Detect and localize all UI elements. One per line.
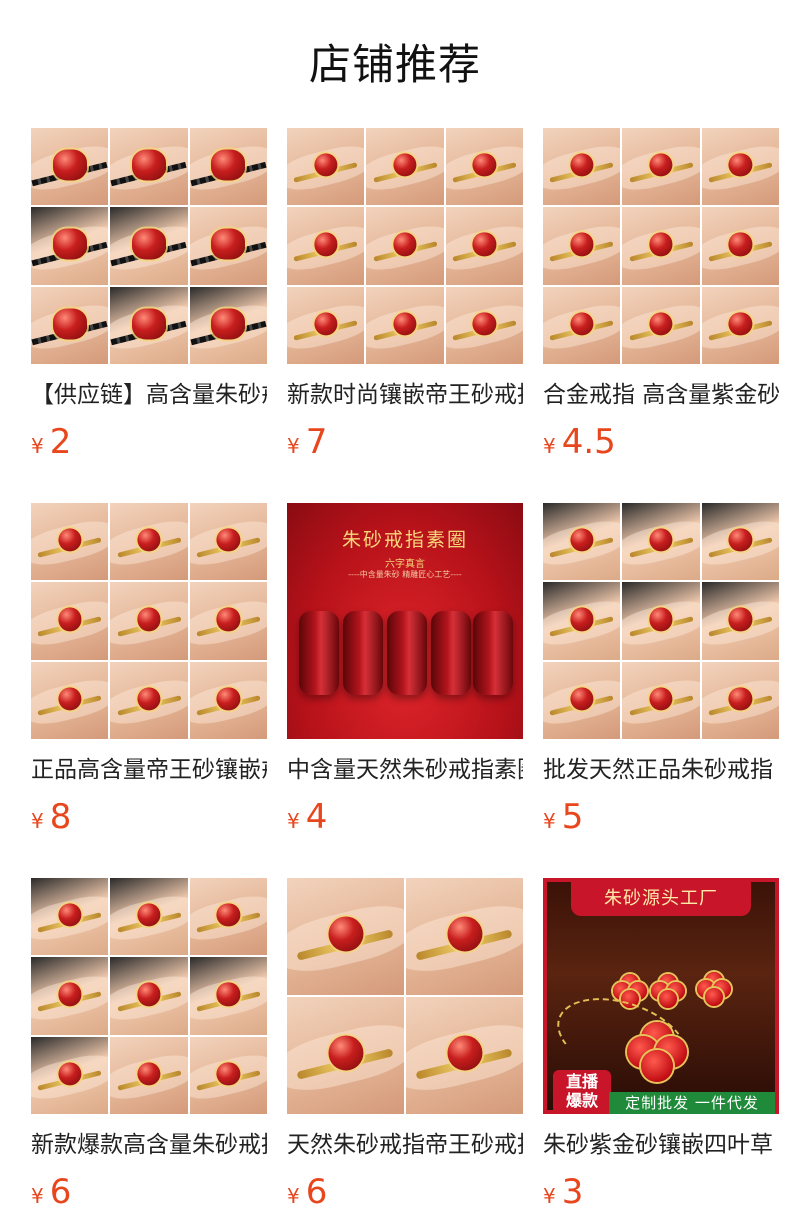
promo-title: 朱砂戒指素圈 — [341, 529, 468, 551]
product-name[interactable]: 天然朱砂戒指帝王砂戒指 — [287, 1130, 523, 1160]
product-card[interactable]: 朱砂戒指素圈 六字真言 ----中含量朱砂 精雕匠心工艺---- 中含量天然朱砂… — [287, 503, 523, 838]
product-price: ¥6 — [287, 1171, 523, 1213]
currency-symbol: ¥ — [31, 809, 44, 833]
currency-symbol: ¥ — [543, 434, 556, 458]
ring-image — [387, 611, 427, 695]
product-image[interactable] — [287, 878, 523, 1114]
price-value: 6 — [305, 1172, 328, 1212]
ring-image — [431, 611, 471, 695]
product-price: ¥5 — [543, 796, 779, 838]
product-card[interactable]: 新款时尚镶嵌帝王砂戒指 ¥7 — [287, 128, 523, 463]
price-value: 6 — [49, 1172, 72, 1212]
price-value: 4 — [305, 797, 328, 837]
price-value: 8 — [49, 797, 72, 837]
product-image[interactable] — [31, 503, 267, 739]
price-value: 2 — [49, 422, 72, 462]
ring-image — [299, 611, 339, 695]
ring-image — [343, 611, 383, 695]
product-name[interactable]: 合金戒指 高含量紫金砂 — [543, 380, 779, 410]
clover-earring-image — [651, 974, 685, 1008]
product-name[interactable]: 批发天然正品朱砂戒指 — [543, 755, 779, 785]
product-price: ¥4 — [287, 796, 523, 838]
product-card[interactable]: 正品高含量帝王砂镶嵌戒指 ¥8 — [31, 503, 267, 838]
product-image[interactable]: 朱砂戒指素圈 六字真言 ----中含量朱砂 精雕匠心工艺---- — [287, 503, 523, 739]
product-image[interactable] — [31, 128, 267, 364]
page-title: 店铺推荐 — [308, 40, 481, 89]
promo-banner-text: 定制批发 一件代发 — [609, 1092, 775, 1114]
currency-symbol: ¥ — [287, 809, 300, 833]
product-grid: 【供应链】高含量朱砂戒指 ¥2 新款时尚镶嵌帝王砂 — [31, 128, 790, 1213]
store-recommendations-page: 店铺推荐 【供应链】高含量朱砂戒指 ¥2 — [0, 0, 790, 1232]
product-name[interactable]: 中含量天然朱砂戒指素圈 — [287, 755, 523, 785]
live-badge: 直播 爆款 — [553, 1070, 611, 1114]
product-name[interactable]: 新款时尚镶嵌帝王砂戒指 — [287, 380, 523, 410]
product-card[interactable]: 天然朱砂戒指帝王砂戒指 ¥6 — [287, 878, 523, 1213]
clover-ring-image — [697, 972, 731, 1006]
product-price: ¥6 — [31, 1171, 267, 1213]
product-card[interactable]: 批发天然正品朱砂戒指 ¥5 — [543, 503, 779, 838]
product-price: ¥2 — [31, 421, 267, 463]
product-card[interactable]: 新款爆款高含量朱砂戒指 ¥6 — [31, 878, 267, 1213]
price-value: 7 — [305, 422, 328, 462]
promo-banner: 朱砂源头工厂 直播 爆款 定制批发 一件代发 — [543, 878, 779, 1114]
product-image[interactable]: 朱砂源头工厂 直播 爆款 定制批发 一件代发 — [543, 878, 779, 1114]
product-card[interactable]: 合金戒指 高含量紫金砂 ¥4.5 — [543, 128, 779, 463]
product-price: ¥3 — [543, 1171, 779, 1213]
product-card[interactable]: 【供应链】高含量朱砂戒指 ¥2 — [31, 128, 267, 463]
product-price: ¥4.5 — [543, 421, 779, 463]
ring-image — [473, 611, 513, 695]
price-value: 4.5 — [561, 422, 616, 462]
product-image[interactable] — [543, 503, 779, 739]
price-value: 3 — [561, 1172, 584, 1212]
clover-pendant-image — [627, 1022, 687, 1082]
currency-symbol: ¥ — [543, 809, 556, 833]
product-name[interactable]: 新款爆款高含量朱砂戒指 — [31, 1130, 267, 1160]
promo-subtitle: 六字真言 — [385, 559, 425, 570]
currency-symbol: ¥ — [543, 1184, 556, 1208]
promo-banner: 朱砂戒指素圈 六字真言 ----中含量朱砂 精雕匠心工艺---- — [287, 503, 523, 739]
currency-symbol: ¥ — [287, 434, 300, 458]
product-price: ¥8 — [31, 796, 267, 838]
price-value: 5 — [561, 797, 584, 837]
currency-symbol: ¥ — [31, 1184, 44, 1208]
product-card[interactable]: 朱砂源头工厂 直播 爆款 定制批发 一件代发 朱砂紫金砂镶嵌四叶草 ¥3 — [543, 878, 779, 1213]
product-name[interactable]: 正品高含量帝王砂镶嵌戒指 — [31, 755, 267, 785]
product-price: ¥7 — [287, 421, 523, 463]
product-image[interactable] — [287, 128, 523, 364]
product-image[interactable] — [31, 878, 267, 1114]
currency-symbol: ¥ — [287, 1184, 300, 1208]
product-name[interactable]: 朱砂紫金砂镶嵌四叶草 — [543, 1130, 779, 1160]
promo-tagline: ----中含量朱砂 精雕匠心工艺---- — [348, 570, 462, 579]
currency-symbol: ¥ — [31, 434, 44, 458]
promo-header: 朱砂源头工厂 — [571, 882, 751, 916]
product-image[interactable] — [543, 128, 779, 364]
product-name[interactable]: 【供应链】高含量朱砂戒指 — [31, 380, 267, 410]
